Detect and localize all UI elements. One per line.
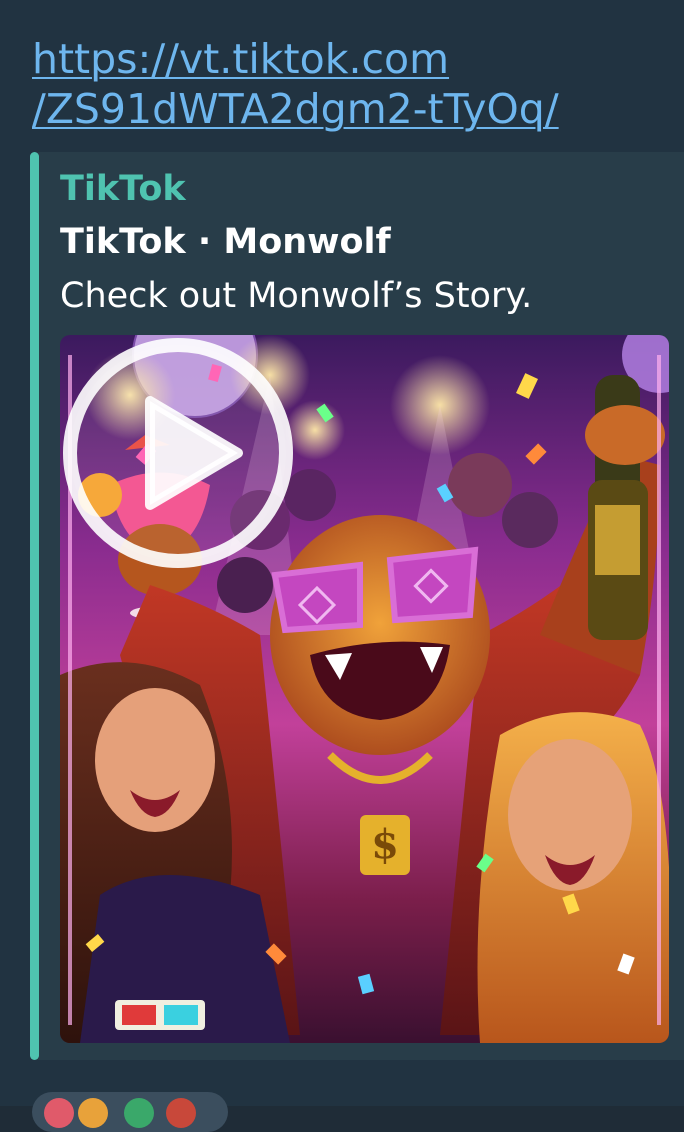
reaction-avatar[interactable] <box>166 1098 196 1128</box>
preview-accent-bar <box>30 152 39 1060</box>
preview-description: Check out Monwolf’s Story. <box>60 276 533 316</box>
preview-site-name: TikTok <box>60 169 186 209</box>
play-circle-icon[interactable] <box>60 335 296 571</box>
link-line-1: https://vt.tiktok.com <box>32 35 450 83</box>
link-line-2: /ZS91dWTA2dgm2-tTyOq/ <box>32 85 559 133</box>
reaction-avatar[interactable] <box>78 1098 108 1128</box>
reaction-avatar[interactable] <box>124 1098 154 1128</box>
reactions-bar[interactable] <box>32 1092 228 1132</box>
preview-title: TikTok · Monwolf <box>60 222 391 262</box>
tiktok-link[interactable]: https://vt.tiktok.com /ZS91dWTA2dgm2-tTy… <box>32 34 652 134</box>
reaction-avatar[interactable] <box>44 1098 74 1128</box>
message-bubble: https://vt.tiktok.com /ZS91dWTA2dgm2-tTy… <box>0 0 684 1132</box>
svg-text:$: $ <box>371 821 399 868</box>
link-preview-card[interactable]: TikTok TikTok · Monwolf Check out Monwol… <box>30 152 684 1060</box>
video-thumbnail[interactable]: $ <box>60 335 669 1043</box>
